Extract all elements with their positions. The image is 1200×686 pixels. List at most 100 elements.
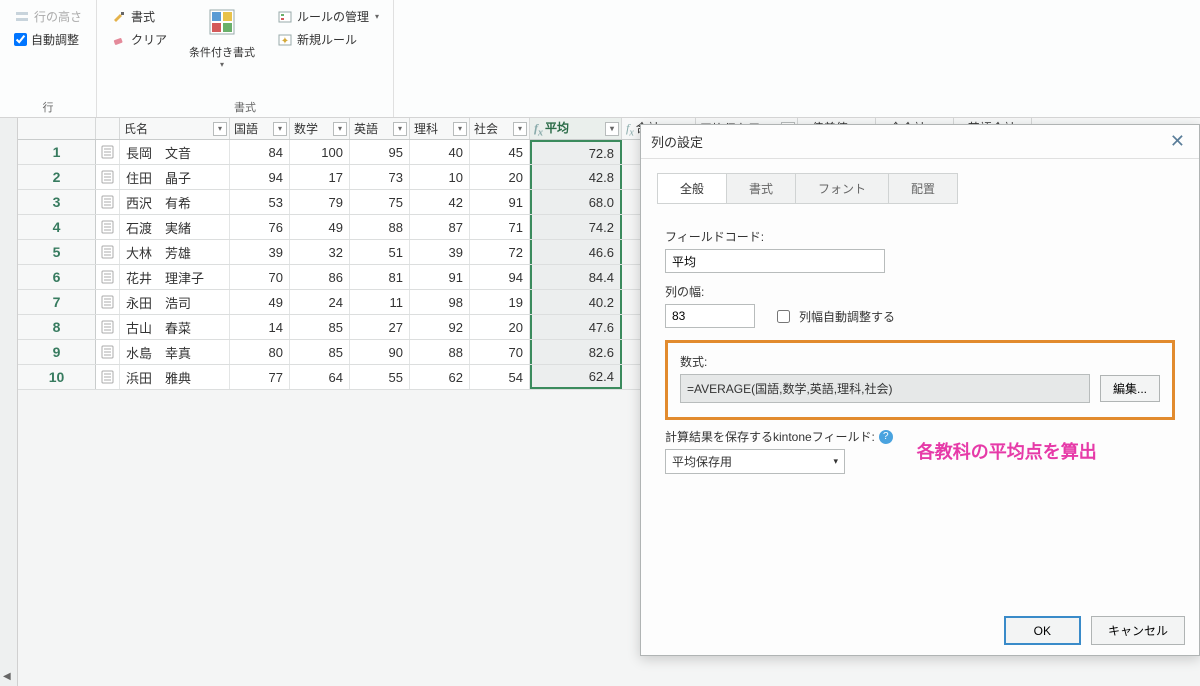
cell-name[interactable]: 水島 幸真	[120, 340, 230, 364]
ok-button[interactable]: OK	[1004, 616, 1081, 645]
cell-name[interactable]: 花井 理津子	[120, 265, 230, 289]
filter-dropdown-icon[interactable]: ▾	[453, 122, 467, 136]
cell-suugaku[interactable]: 17	[290, 165, 350, 189]
auto-adjust-input[interactable]	[14, 33, 27, 46]
cell-kokugo[interactable]: 76	[230, 215, 290, 239]
cell-suugaku[interactable]: 86	[290, 265, 350, 289]
auto-adjust-checkbox[interactable]: 自動調整	[10, 29, 83, 50]
cell-shakai[interactable]: 54	[470, 365, 530, 389]
auto-width-input[interactable]	[777, 310, 790, 323]
formula-input[interactable]: =AVERAGE(国語,数学,英語,理科,社会)	[680, 374, 1090, 403]
filter-dropdown-icon[interactable]: ▾	[273, 122, 287, 136]
cell-eigo[interactable]: 95	[350, 140, 410, 164]
cell-avg[interactable]: 74.2	[530, 215, 622, 239]
cell-eigo[interactable]: 51	[350, 240, 410, 264]
cell-rika[interactable]: 62	[410, 365, 470, 389]
cell-suugaku[interactable]: 49	[290, 215, 350, 239]
cell-rika[interactable]: 87	[410, 215, 470, 239]
col-suugaku[interactable]: 数学▾	[290, 118, 350, 139]
cell-rika[interactable]: 88	[410, 340, 470, 364]
cell-avg[interactable]: 62.4	[530, 365, 622, 389]
cell-eigo[interactable]: 88	[350, 215, 410, 239]
cell-rika[interactable]: 98	[410, 290, 470, 314]
col-rika[interactable]: 理科▾	[410, 118, 470, 139]
record-icon-cell[interactable]	[96, 340, 120, 364]
cell-kokugo[interactable]: 14	[230, 315, 290, 339]
tab-format[interactable]: 書式	[727, 174, 796, 203]
record-icon-cell[interactable]	[96, 215, 120, 239]
cell-rika[interactable]: 39	[410, 240, 470, 264]
help-icon[interactable]: ?	[879, 430, 893, 444]
cell-shakai[interactable]: 70	[470, 340, 530, 364]
filter-dropdown-icon[interactable]: ▾	[393, 122, 407, 136]
cell-shakai[interactable]: 20	[470, 315, 530, 339]
tab-align[interactable]: 配置	[889, 174, 957, 203]
cell-shakai[interactable]: 91	[470, 190, 530, 214]
clear-button[interactable]: クリア	[107, 29, 171, 50]
cell-kokugo[interactable]: 49	[230, 290, 290, 314]
cell-kokugo[interactable]: 80	[230, 340, 290, 364]
cell-eigo[interactable]: 73	[350, 165, 410, 189]
chevron-left-icon[interactable]: ◀	[3, 671, 11, 682]
field-code-input[interactable]	[665, 249, 885, 273]
record-icon-cell[interactable]	[96, 315, 120, 339]
rule-manage-button[interactable]: ルールの管理 ▾	[273, 6, 383, 27]
cell-avg[interactable]: 72.8	[530, 140, 622, 164]
cell-rika[interactable]: 40	[410, 140, 470, 164]
col-kokugo[interactable]: 国語▾	[230, 118, 290, 139]
close-icon[interactable]: ✕	[1166, 131, 1189, 152]
col-name[interactable]: 氏名 ▾	[120, 118, 230, 139]
cell-shakai[interactable]: 94	[470, 265, 530, 289]
cell-kokugo[interactable]: 94	[230, 165, 290, 189]
cell-suugaku[interactable]: 85	[290, 315, 350, 339]
record-icon-cell[interactable]	[96, 140, 120, 164]
cell-suugaku[interactable]: 79	[290, 190, 350, 214]
cell-kokugo[interactable]: 70	[230, 265, 290, 289]
cell-avg[interactable]: 46.6	[530, 240, 622, 264]
tab-font[interactable]: フォント	[796, 174, 889, 203]
cell-rika[interactable]: 42	[410, 190, 470, 214]
cell-eigo[interactable]: 55	[350, 365, 410, 389]
cell-name[interactable]: 石渡 実緒	[120, 215, 230, 239]
record-icon-cell[interactable]	[96, 240, 120, 264]
cell-kokugo[interactable]: 53	[230, 190, 290, 214]
cell-avg[interactable]: 47.6	[530, 315, 622, 339]
cell-shakai[interactable]: 19	[470, 290, 530, 314]
record-icon-cell[interactable]	[96, 190, 120, 214]
cell-eigo[interactable]: 75	[350, 190, 410, 214]
cell-name[interactable]: 大林 芳雄	[120, 240, 230, 264]
record-icon-cell[interactable]	[96, 365, 120, 389]
cell-rika[interactable]: 92	[410, 315, 470, 339]
cell-shakai[interactable]: 45	[470, 140, 530, 164]
cell-suugaku[interactable]: 32	[290, 240, 350, 264]
auto-width-checkbox[interactable]: 列幅自動調整する	[773, 307, 895, 326]
cell-kokugo[interactable]: 39	[230, 240, 290, 264]
col-shakai[interactable]: 社会▾	[470, 118, 530, 139]
cell-avg[interactable]: 84.4	[530, 265, 622, 289]
format-button[interactable]: 書式	[107, 6, 171, 27]
filter-dropdown-icon[interactable]: ▾	[605, 122, 619, 136]
cell-eigo[interactable]: 11	[350, 290, 410, 314]
cell-suugaku[interactable]: 100	[290, 140, 350, 164]
cell-name[interactable]: 永田 浩司	[120, 290, 230, 314]
new-rule-button[interactable]: ✦ 新規ルール	[273, 29, 383, 50]
cell-rika[interactable]: 91	[410, 265, 470, 289]
col-eigo[interactable]: 英語▾	[350, 118, 410, 139]
cell-name[interactable]: 浜田 雅典	[120, 365, 230, 389]
cell-avg[interactable]: 40.2	[530, 290, 622, 314]
cell-eigo[interactable]: 27	[350, 315, 410, 339]
cell-name[interactable]: 古山 春菜	[120, 315, 230, 339]
width-input[interactable]	[665, 304, 755, 328]
cell-avg[interactable]: 42.8	[530, 165, 622, 189]
edit-formula-button[interactable]: 編集...	[1100, 375, 1160, 402]
cell-suugaku[interactable]: 64	[290, 365, 350, 389]
cell-shakai[interactable]: 20	[470, 165, 530, 189]
cell-avg[interactable]: 68.0	[530, 190, 622, 214]
cell-eigo[interactable]: 81	[350, 265, 410, 289]
filter-dropdown-icon[interactable]: ▾	[333, 122, 347, 136]
cell-kokugo[interactable]: 84	[230, 140, 290, 164]
conditional-format-button[interactable]: 条件付き書式 ▾	[185, 42, 259, 71]
cell-kokugo[interactable]: 77	[230, 365, 290, 389]
cell-eigo[interactable]: 90	[350, 340, 410, 364]
cell-avg[interactable]: 82.6	[530, 340, 622, 364]
